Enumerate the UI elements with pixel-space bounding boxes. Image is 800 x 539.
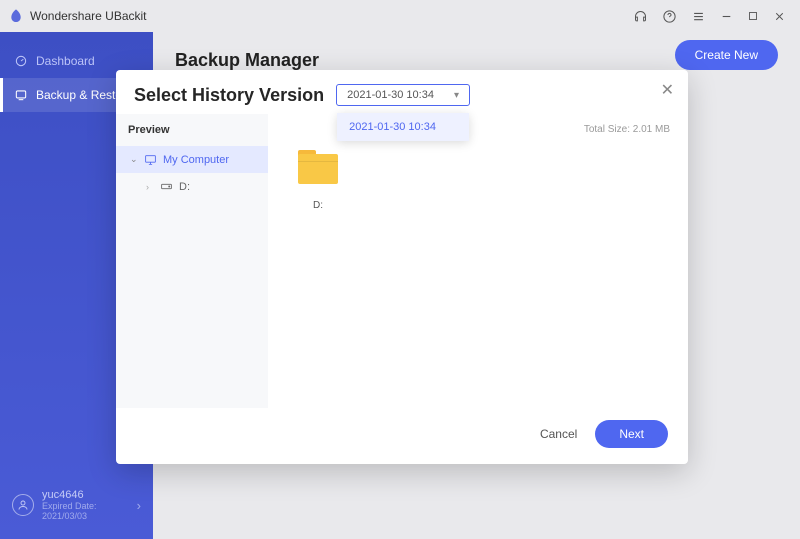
preview-heading: Preview — [116, 114, 268, 146]
total-size-label: Total Size: 2.01 MB — [584, 124, 670, 135]
maximize-icon[interactable] — [747, 10, 759, 22]
modal-footer: Cancel Next — [116, 408, 688, 464]
expand-icon[interactable]: › — [146, 182, 154, 192]
chevron-down-icon: ▾ — [454, 90, 459, 101]
help-icon[interactable] — [662, 9, 677, 24]
modal-title: Select History Version — [134, 85, 324, 106]
version-select[interactable]: 2021-01-30 10:34 ▾ 2021-01-30 10:34 — [336, 84, 470, 106]
minimize-icon[interactable] — [720, 10, 733, 23]
tree-node-drive-d[interactable]: › D: — [116, 173, 268, 200]
collapse-icon[interactable]: ⌄ — [130, 154, 138, 165]
titlebar: Wondershare UBackit — [0, 0, 800, 32]
menu-icon[interactable] — [691, 9, 706, 24]
version-dropdown: 2021-01-30 10:34 — [337, 113, 469, 141]
tree-node-label: My Computer — [163, 154, 229, 166]
version-option[interactable]: 2021-01-30 10:34 — [337, 113, 469, 141]
folder-item-d[interactable]: D: — [288, 150, 348, 211]
folder-icon — [298, 150, 338, 184]
cancel-button[interactable]: Cancel — [540, 427, 577, 441]
version-select-value: 2021-01-30 10:34 — [347, 89, 434, 101]
tree-node-label: D: — [179, 181, 190, 193]
computer-icon — [144, 153, 157, 166]
preview-panel: Preview ⌄ My Computer › D: — [116, 114, 268, 408]
tree-node-my-computer[interactable]: ⌄ My Computer — [116, 146, 268, 173]
app-title: Wondershare UBackit — [30, 9, 633, 23]
select-version-modal: Select History Version 2021-01-30 10:34 … — [116, 70, 688, 464]
folder-label: D: — [288, 200, 348, 211]
close-icon[interactable] — [773, 10, 786, 23]
modal-header: Select History Version 2021-01-30 10:34 … — [116, 70, 688, 114]
content-panel: Total Size: 2.01 MB D: — [268, 114, 688, 408]
app-logo-icon — [8, 8, 24, 24]
next-button[interactable]: Next — [595, 420, 668, 448]
support-icon[interactable] — [633, 9, 648, 24]
modal-close-button[interactable]: ✕ — [661, 80, 674, 100]
window-controls — [633, 9, 786, 24]
drive-icon — [160, 180, 173, 193]
modal-body: Preview ⌄ My Computer › D: Total Size: 2… — [116, 114, 688, 408]
